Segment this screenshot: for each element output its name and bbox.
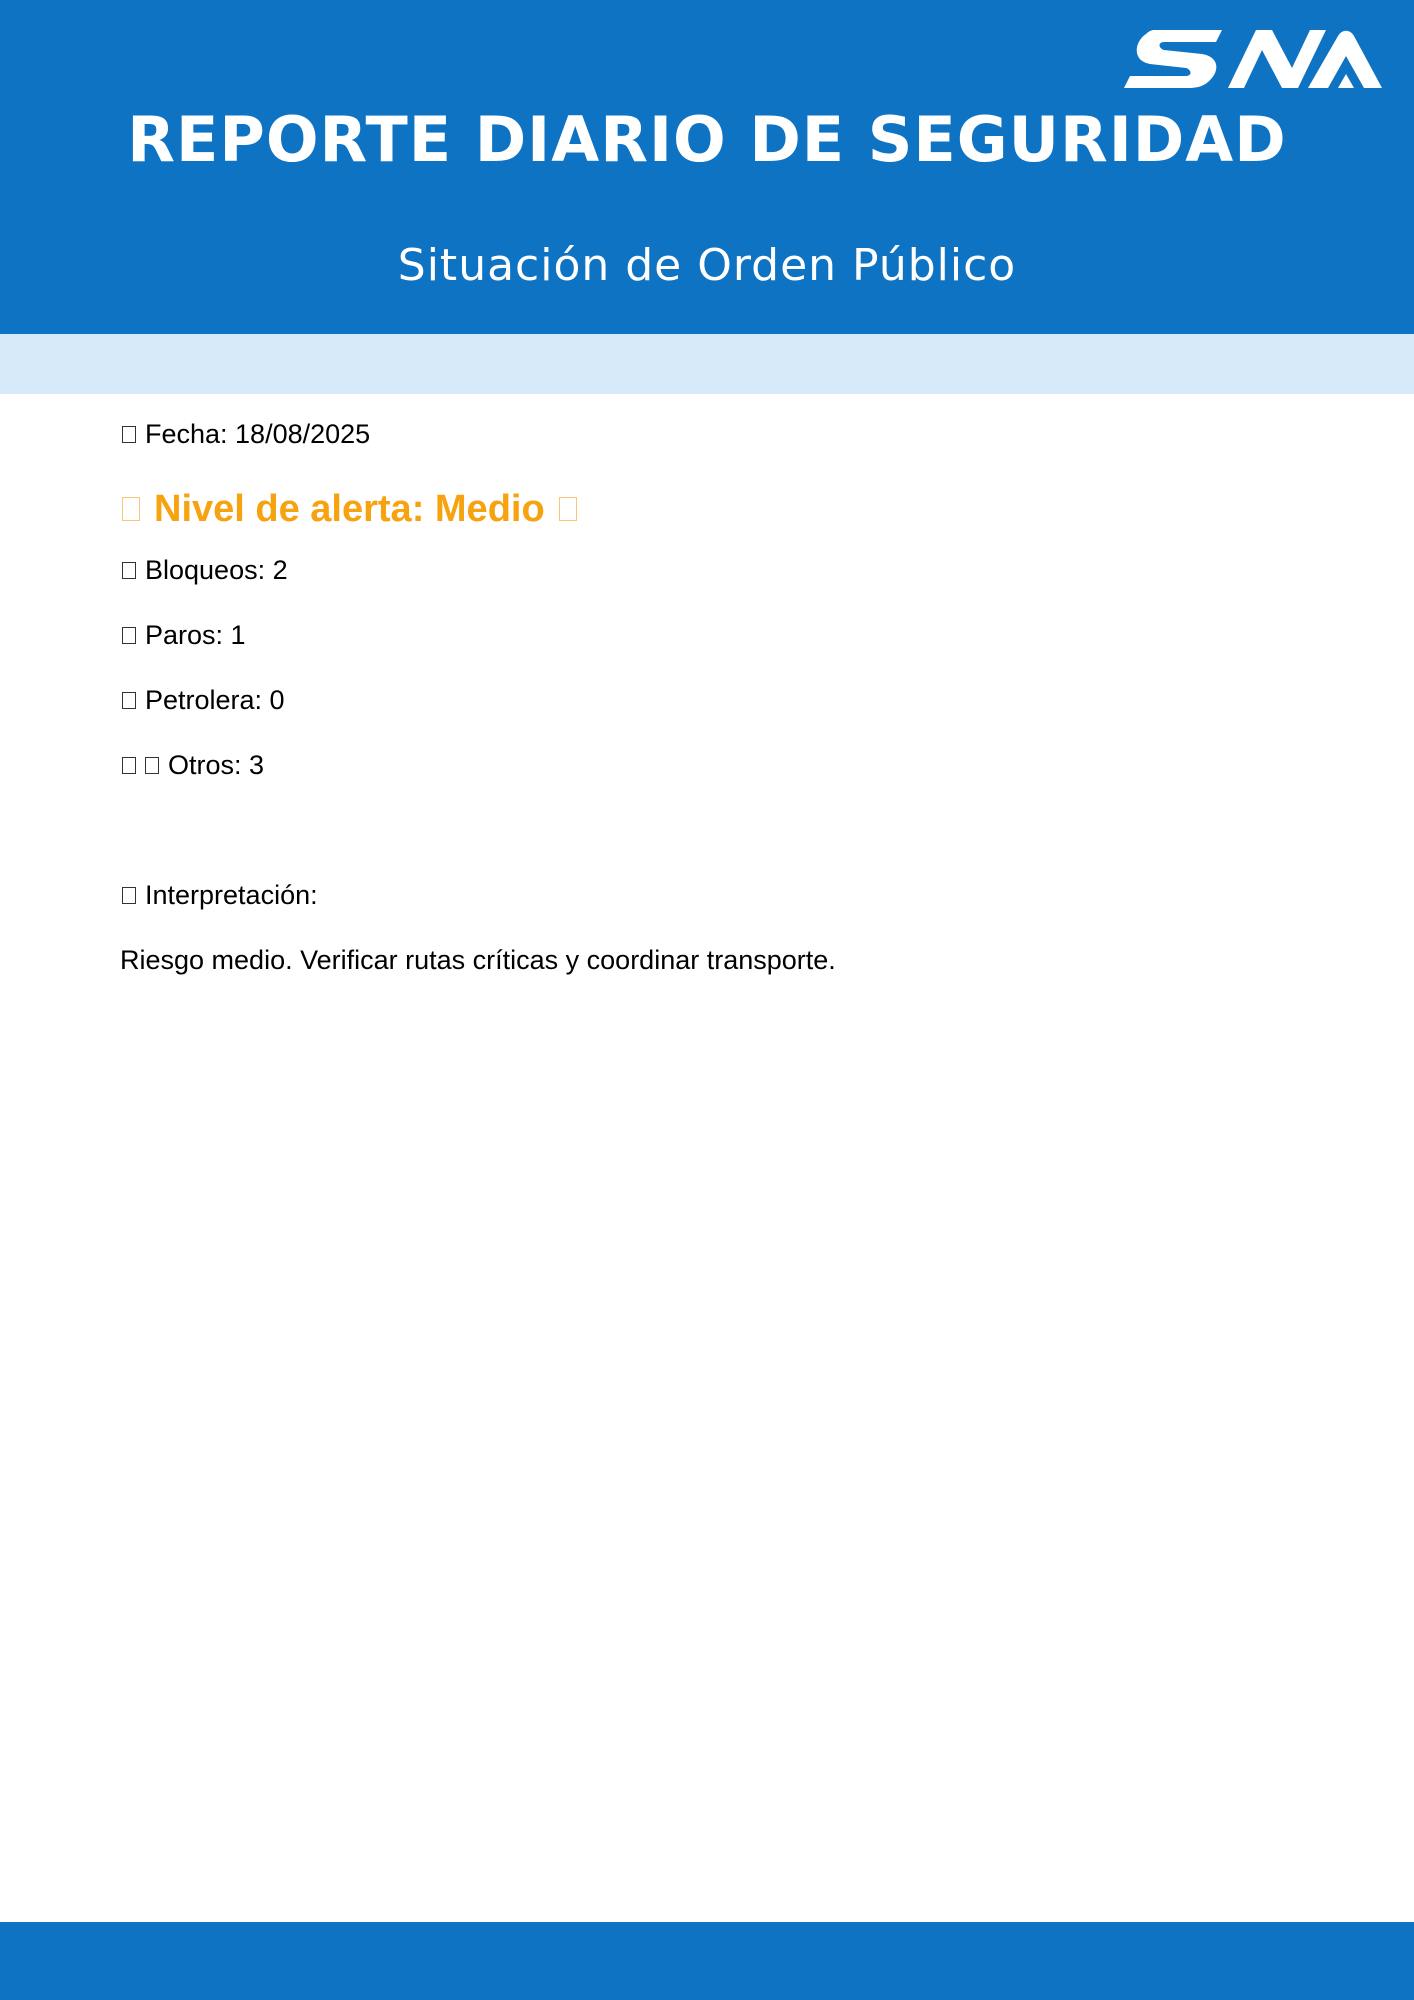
strike-icon (122, 626, 136, 644)
stat-petrolera: Petrolera: 0 (120, 680, 1300, 720)
header-band (0, 334, 1414, 394)
report-body: Fecha: 18/08/2025 Nivel de alerta: Medio… (120, 414, 1300, 980)
report-subtitle: Situación de Orden Público (397, 240, 1017, 291)
calendar-icon (122, 425, 136, 443)
stat-label: Bloqueos: 2 (145, 555, 288, 585)
interpretation-label: Interpretación: (145, 880, 318, 910)
stat-bloqueos: Bloqueos: 2 (120, 550, 1300, 590)
report-header: REPORTE DIARIO DE SEGURIDAD Situación de… (0, 0, 1414, 334)
sna-logo (1124, 30, 1382, 88)
report-footer (0, 1922, 1414, 2000)
stat-label: Petrolera: 0 (145, 685, 285, 715)
alert-color-icon (558, 497, 577, 521)
report-title: REPORTE DIARIO DE SEGURIDAD (127, 103, 1287, 176)
stat-paros: Paros: 1 (120, 615, 1300, 655)
other-icon (122, 756, 136, 774)
alert-level-text: Nivel de alerta: Medio (154, 488, 545, 530)
note-icon (122, 886, 136, 904)
alert-level-line: Nivel de alerta: Medio (120, 484, 1300, 534)
interpretation-heading: Interpretación: (120, 875, 1300, 915)
stat-otros: Otros: 3 (120, 745, 1300, 785)
date-line: Fecha: 18/08/2025 (120, 414, 1300, 454)
date-text: Fecha: 18/08/2025 (145, 419, 371, 449)
roadblock-icon (122, 561, 136, 579)
oil-icon (122, 691, 136, 709)
other-icon-modifier (145, 756, 159, 774)
warning-icon (122, 497, 140, 521)
stat-label: Otros: 3 (168, 750, 265, 780)
interpretation-text: Riesgo medio. Verificar rutas críticas y… (120, 945, 836, 975)
stat-label: Paros: 1 (145, 620, 246, 650)
